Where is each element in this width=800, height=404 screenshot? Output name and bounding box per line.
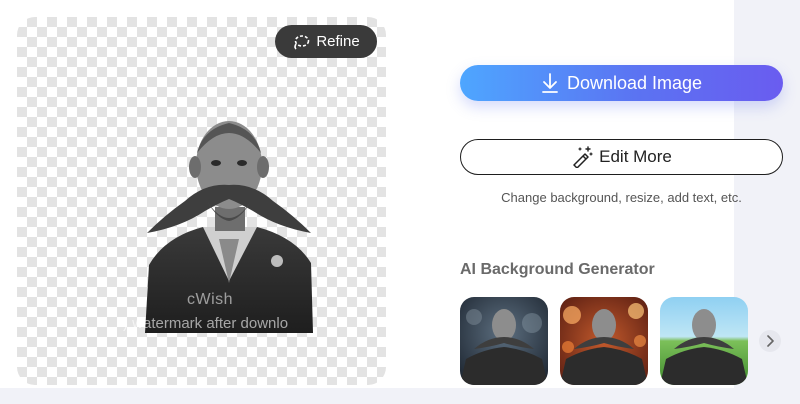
refine-label: Refine bbox=[316, 33, 360, 50]
edit-hint-text: Change background, resize, add text, etc… bbox=[501, 190, 742, 205]
magic-wand-icon bbox=[573, 146, 593, 168]
watermark-brand: cWish bbox=[187, 291, 234, 308]
bg-thumbnail-dark[interactable] bbox=[460, 297, 548, 385]
bg-thumbnail-green[interactable] bbox=[660, 297, 748, 385]
chevron-right-icon bbox=[767, 335, 774, 347]
download-image-button[interactable]: Download Image bbox=[460, 65, 783, 101]
edit-more-label: Edit More bbox=[599, 147, 672, 166]
bg-thumbnail-orange[interactable] bbox=[560, 297, 648, 385]
watermark-note: ) watermark after downlo bbox=[123, 315, 289, 332]
ai-generator-title: AI Background Generator bbox=[460, 261, 655, 278]
refine-button[interactable]: Refine bbox=[275, 25, 377, 58]
preview-canvas: cWish ) watermark after downlo bbox=[17, 17, 386, 385]
thumbnails-next-button[interactable] bbox=[759, 330, 781, 352]
edit-more-button[interactable]: Edit More bbox=[460, 139, 783, 175]
bottom-margin bbox=[0, 388, 800, 404]
lasso-icon bbox=[294, 34, 310, 50]
download-label: Download Image bbox=[566, 72, 703, 93]
download-arrow-icon bbox=[542, 73, 558, 93]
